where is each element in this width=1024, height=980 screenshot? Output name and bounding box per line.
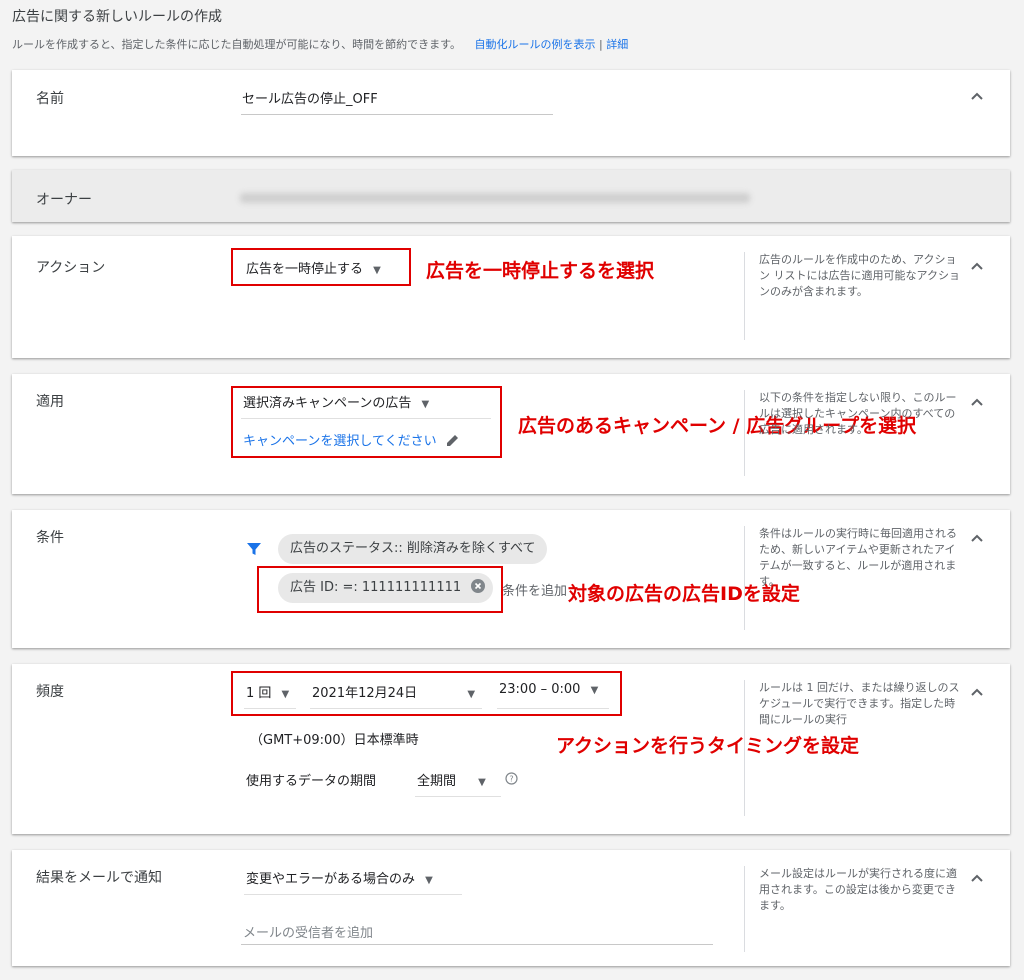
email-collapse-icon[interactable] <box>970 872 984 886</box>
action-label: アクション <box>36 260 106 276</box>
add-condition-button[interactable]: 条件を追加 <box>502 580 567 599</box>
frequency-card: 頻度 1 回 ▼ 2021年12月24日 ▼ 23:00 – 0:00 ▼ （G… <box>12 664 1010 834</box>
data-period-value: 全期間 <box>417 774 457 789</box>
data-period-label: 使用するデータの期間 <box>246 774 377 789</box>
frequency-help: ルールは 1 回だけ、または繰り返しのスケジュールで実行できます。指定した時間に… <box>744 680 964 816</box>
status-condition-chip[interactable]: 広告のステータス:: 削除済みを除くすべて <box>278 534 548 564</box>
owner-label: オーナー <box>36 192 92 208</box>
email-card: 結果をメールで通知 変更やエラーがある場合のみ ▼ メールの受信者を追加 メール… <box>12 850 1010 966</box>
apply-help: 以下の条件を指定しない限り、このルールは選択したキャンペーン内のすべての広告に適… <box>744 390 964 476</box>
examples-link[interactable]: 自動化ルールの例を表示 <box>475 38 596 51</box>
apply-highlight-box <box>231 386 502 458</box>
dropdown-triangle-icon: ▼ <box>478 777 486 788</box>
email-label: 結果をメールで通知 <box>36 870 162 886</box>
action-annotation: 広告を一時停止するを選択 <box>426 260 655 282</box>
email-recipient-underline <box>241 944 713 945</box>
action-collapse-icon[interactable] <box>970 260 984 274</box>
frequency-highlight-box <box>231 671 622 716</box>
page-title: 広告に関する新しいルールの作成 <box>12 9 222 25</box>
email-help: メール設定はルールが実行される度に適用されます。この設定は後から変更できます。 <box>744 866 964 952</box>
data-period-dropdown[interactable]: 全期間 ▼ <box>417 770 486 789</box>
apply-collapse-icon[interactable] <box>970 396 984 410</box>
page-subtitle: ルールを作成すると、指定した条件に応じた自動処理が可能になり、時間を節約できます… <box>12 36 628 52</box>
name-collapse-icon[interactable] <box>970 90 984 104</box>
question-circle-icon[interactable]: ? <box>505 772 518 785</box>
timezone-text: （GMT+09:00）日本標準時 <box>250 733 419 748</box>
name-label: 名前 <box>36 91 64 107</box>
frequency-collapse-icon[interactable] <box>970 686 984 700</box>
owner-value-blurred <box>240 193 750 203</box>
dropdown-triangle-icon: ▼ <box>425 875 433 886</box>
link-separator: | <box>599 38 603 51</box>
condition-label: 条件 <box>36 530 64 546</box>
apply-label: 適用 <box>36 394 64 410</box>
name-card: 名前 セール広告の停止_OFF <box>12 70 1010 156</box>
email-dropdown-underline <box>244 894 462 895</box>
email-frequency-value: 変更やエラーがある場合のみ <box>246 872 416 887</box>
subtitle-text: ルールを作成すると、指定した条件に応じた自動処理が可能になり、時間を節約できます… <box>12 38 462 51</box>
email-recipient-input[interactable]: メールの受信者を追加 <box>243 922 373 941</box>
data-period-underline <box>415 796 501 797</box>
owner-card: オーナー <box>12 170 1010 222</box>
condition-help: 条件はルールの実行時に毎回適用されるため、新しいアイテムや更新されたアイテムが一… <box>744 526 964 630</box>
svg-text:?: ? <box>509 775 513 784</box>
apply-card: 適用 選択済みキャンペーンの広告 ▼ キャンペーンを選択してください 広告のある… <box>12 374 1010 494</box>
action-highlight-box <box>231 248 411 286</box>
details-link[interactable]: 詳細 <box>606 38 628 51</box>
email-frequency-dropdown[interactable]: 変更やエラーがある場合のみ ▼ <box>246 868 433 887</box>
name-input[interactable]: セール広告の停止_OFF <box>242 88 378 107</box>
action-card: アクション 広告を一時停止する ▼ 広告を一時停止するを選択 広告のルールを作成… <box>12 236 1010 358</box>
frequency-label: 頻度 <box>36 684 64 700</box>
condition-collapse-icon[interactable] <box>970 532 984 546</box>
condition-card: 条件 広告のステータス:: 削除済みを除くすべて 広告 ID: =: 11111… <box>12 510 1010 648</box>
funnel-icon <box>247 543 261 555</box>
name-input-underline <box>241 114 553 115</box>
condition-highlight-box <box>257 566 503 613</box>
page-header: 広告に関する新しいルールの作成 <box>12 6 222 26</box>
action-help: 広告のルールを作成中のため、アクション リストには広告に適用可能なアクションのみ… <box>744 252 964 340</box>
